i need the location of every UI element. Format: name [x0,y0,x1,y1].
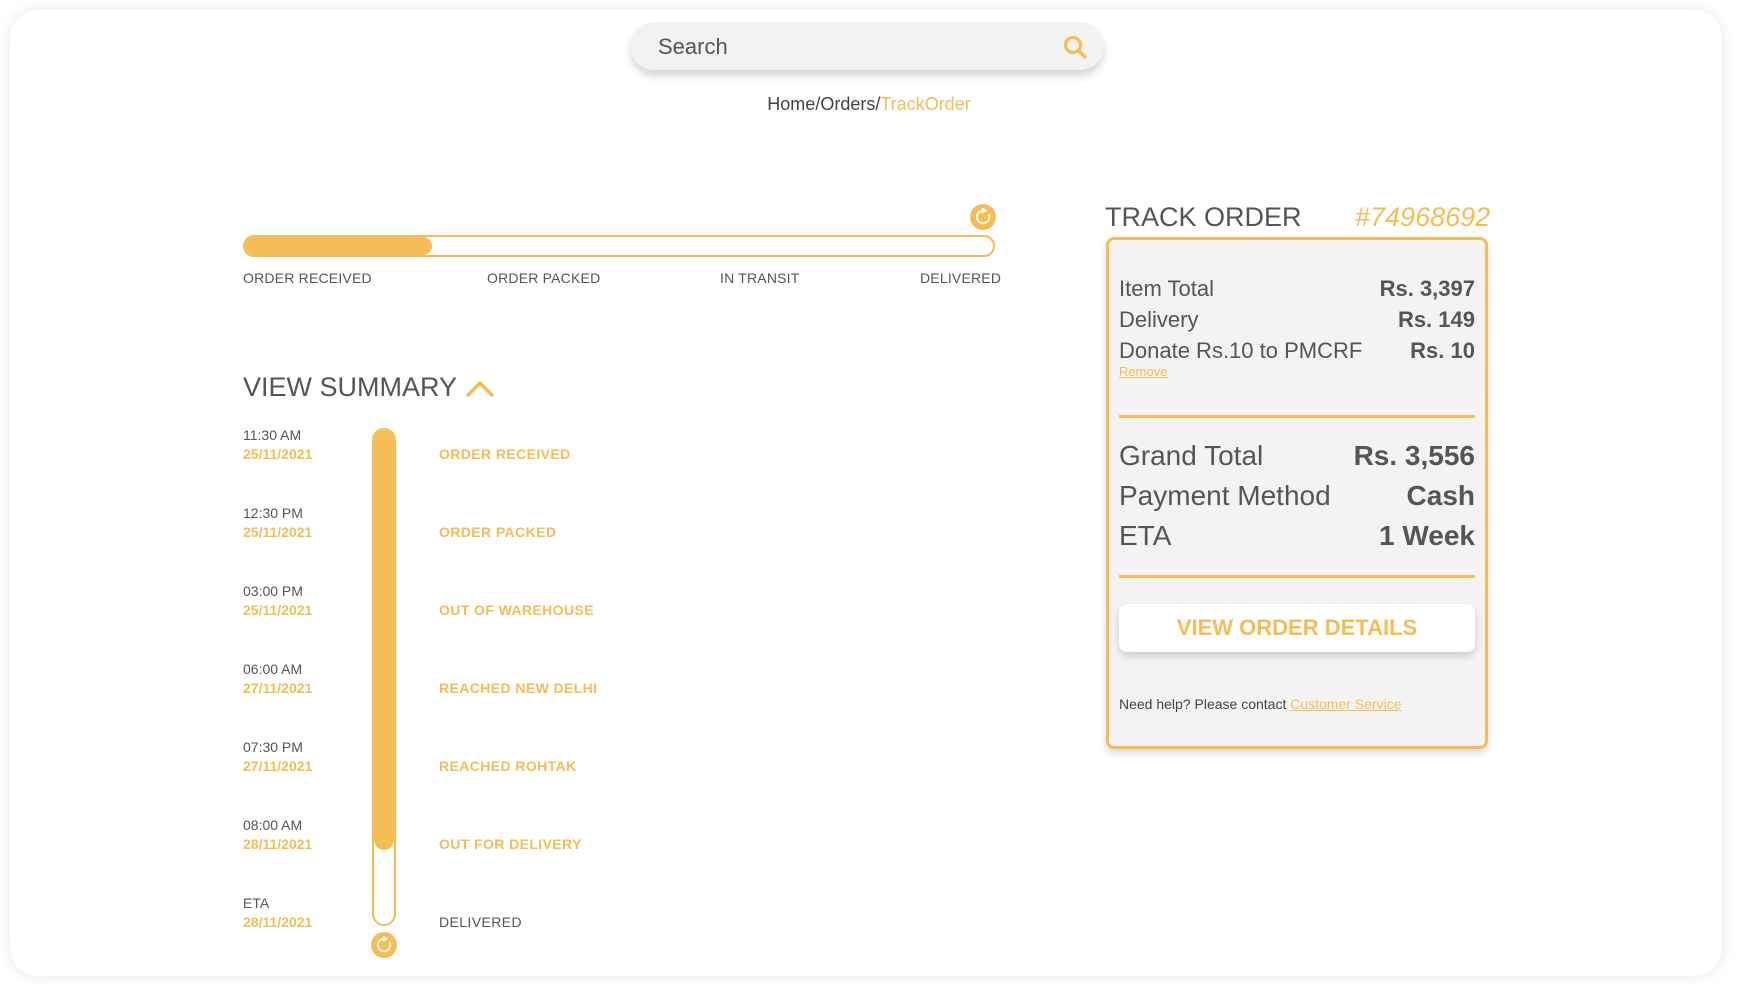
search-icon[interactable] [1062,34,1088,60]
help-text: Need help? Please contact Customer Servi… [1119,696,1402,712]
divider [1119,415,1475,418]
search-input[interactable] [656,22,1040,72]
track-order-title: TRACK ORDER [1105,202,1302,232]
divider [1119,575,1475,578]
payment-method-label: Payment Method [1119,480,1331,511]
delivery-label: Delivery [1119,307,1199,332]
event-status: REACHED NEW DELHI [439,680,598,696]
view-order-details-button[interactable]: VIEW ORDER DETAILS [1119,604,1475,652]
event-date: 25/11/2021 [243,524,313,540]
event-time: 12:30 PM [243,505,303,521]
timeline-rail-fill [374,430,394,850]
grand-total-value: Rs. 3,556 [1353,440,1475,471]
grand-total-label: Grand Total [1119,440,1264,471]
grand-total-row: Grand Total Rs. 3,556 [1119,440,1475,472]
delivery-row: Delivery Rs. 149 [1119,307,1475,333]
event-time: ETA [243,895,270,911]
order-progress-bar [243,235,995,257]
stage-label-delivered: DELIVERED [920,270,1002,286]
search-bar [630,22,1104,72]
event-status: DELIVERED [439,914,522,930]
timeline-event: 07:30 PM 27/11/2021 REACHED ROHTAK [243,739,843,779]
item-total-label: Item Total [1119,276,1214,301]
event-date: 28/11/2021 [243,836,313,852]
event-date: 25/11/2021 [243,446,313,462]
event-time: 03:00 PM [243,583,303,599]
timeline-event: 03:00 PM 25/11/2021 OUT OF WAREHOUSE [243,583,843,623]
stage-label-received: ORDER RECEIVED [243,270,372,286]
eta-label: ETA [1119,520,1172,551]
eta-row: ETA 1 Week [1119,520,1475,552]
item-total-value: Rs. 3,397 [1379,276,1475,301]
stage-label-in-transit: IN TRANSIT [720,270,800,286]
breadcrumb-current: TrackOrder [880,94,971,114]
donate-label: Donate Rs.10 to PMCRF [1119,338,1363,363]
breadcrumb-home[interactable]: Home [767,94,815,114]
event-time: 06:00 AM [243,661,303,677]
timeline-event: ETA 28/11/2021 DELIVERED [243,895,843,935]
event-time: 08:00 AM [243,817,303,833]
view-summary-title: VIEW SUMMARY [243,372,458,402]
help-prompt: Need help? Please contact [1119,696,1287,712]
donate-value: Rs. 10 [1410,338,1475,363]
event-time: 11:30 AM [243,427,302,443]
item-total-row: Item Total Rs. 3,397 [1119,276,1475,302]
chevron-up-icon [466,380,494,397]
breadcrumb-orders[interactable]: Orders [820,94,875,114]
eta-value: 1 Week [1379,520,1475,551]
customer-service-link[interactable]: Customer Service [1290,696,1401,712]
view-summary-toggle[interactable]: VIEW SUMMARY [243,372,495,403]
timeline-event: 12:30 PM 25/11/2021 ORDER PACKED [243,505,843,545]
payment-method-row: Payment Method Cash [1119,480,1475,512]
event-date: 27/11/2021 [243,680,313,696]
timeline-event: 06:00 AM 27/11/2021 REACHED NEW DELHI [243,661,843,701]
donate-row: Donate Rs.10 to PMCRF Rs. 10 [1119,338,1475,364]
event-status: OUT FOR DELIVERY [439,836,582,852]
stage-label-packed: ORDER PACKED [487,270,601,286]
event-date: 28/11/2021 [243,914,313,930]
remove-donation-link[interactable]: Remove [1119,364,1167,379]
event-date: 25/11/2021 [243,602,313,618]
order-summary-card: Item Total Rs. 3,397 Delivery Rs. 149 Do… [1106,237,1488,749]
breadcrumb: Home/Orders/TrackOrder [0,94,1738,115]
event-status: REACHED ROHTAK [439,758,577,774]
timeline-event: 08:00 AM 28/11/2021 OUT FOR DELIVERY [243,817,843,857]
refresh-icon[interactable] [371,932,397,958]
order-progress-fill [245,237,432,255]
event-time: 07:30 PM [243,739,303,755]
refresh-icon[interactable] [970,204,996,230]
order-number: #74968692 [1355,202,1491,232]
event-status: OUT OF WAREHOUSE [439,602,594,618]
delivery-value: Rs. 149 [1397,307,1475,332]
event-status: ORDER RECEIVED [439,446,571,462]
timeline-event: 11:30 AM 25/11/2021 ORDER RECEIVED [243,427,843,467]
payment-method-value: Cash [1406,480,1475,511]
event-status: ORDER PACKED [439,524,557,540]
event-date: 27/11/2021 [243,758,313,774]
